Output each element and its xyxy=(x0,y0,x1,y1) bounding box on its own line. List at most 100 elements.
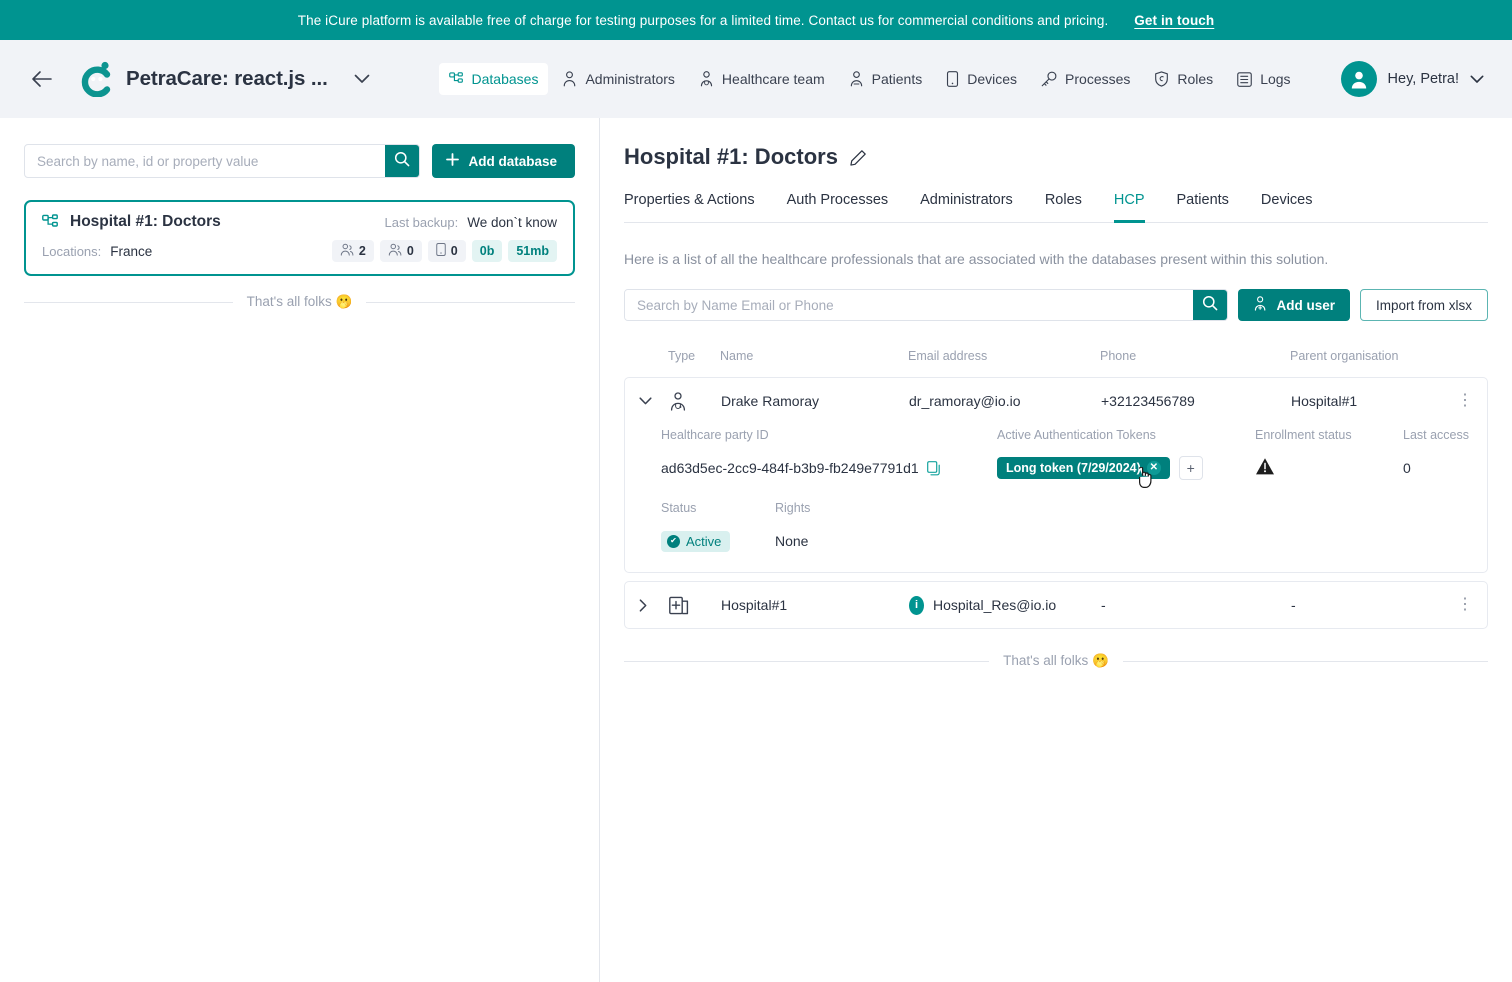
row-more-options-icon[interactable]: ⋮ xyxy=(1447,597,1473,613)
hcp-search-box xyxy=(624,289,1229,321)
column-header-type: Type xyxy=(668,349,696,363)
database-card-hospital-1-doctors[interactable]: Hospital #1: Doctors Last backup: We don… xyxy=(24,200,575,276)
detail-tokens-label: Active Authentication Tokens xyxy=(997,428,1156,442)
stat-devices-value: 0 xyxy=(450,244,458,258)
row-more-options-icon[interactable]: ⋮ xyxy=(1447,393,1473,409)
main-end-of-list: That's all folks 🫢 xyxy=(624,653,1488,669)
row-parent: Hospital#1 xyxy=(1291,393,1358,409)
search-icon xyxy=(394,151,410,172)
detail-last-access: Last access 0 xyxy=(1403,428,1473,481)
column-header-email: Email address xyxy=(908,349,988,363)
hcp-search-row: Add user Import from xlsx xyxy=(624,289,1488,321)
stat-size-a: 0b xyxy=(471,240,503,262)
edit-pencil-icon[interactable] xyxy=(850,149,867,166)
nav-item-logs[interactable]: Logs xyxy=(1227,63,1300,95)
table-row-main[interactable]: Drake Ramoray dr_ramoray@io.io +32123456… xyxy=(625,378,1487,424)
token-chip[interactable]: Long token (7/29/2024) ✕ xyxy=(997,457,1170,479)
nav-label-devices: Devices xyxy=(967,71,1018,87)
table-header: Type Name Email address Phone Parent org… xyxy=(624,343,1488,369)
tab-hcp[interactable]: HCP xyxy=(1113,192,1145,223)
database-card-top: Hospital #1: Doctors Last backup: We don… xyxy=(42,213,557,231)
pane-description: Here is a list of all the healthcare pro… xyxy=(624,251,1329,267)
nav-item-roles[interactable]: Roles xyxy=(1144,63,1223,95)
token-remove-icon[interactable]: ✕ xyxy=(1146,461,1161,475)
check-circle-icon: ✔ xyxy=(667,534,680,548)
detail-hcp-id-value-wrap: ad63d5ec-2cc9-484f-b3b9-fb249e7791d1 xyxy=(661,455,997,481)
nav-label-healthcare-team: Healthcare team xyxy=(721,71,825,87)
tab-devices[interactable]: Devices xyxy=(1261,192,1313,223)
row-type-doctor-icon xyxy=(669,391,721,411)
nav-item-databases[interactable]: Databases xyxy=(438,63,549,95)
sidebar: Add database Hospital #1: Doctors Last b… xyxy=(0,118,600,982)
add-user-button[interactable]: Add user xyxy=(1238,289,1350,321)
nav-item-patients[interactable]: Patients xyxy=(839,63,933,95)
user-chevron-down-icon[interactable] xyxy=(1470,75,1484,84)
row-email-cell: i Hospital_Res@io.io xyxy=(909,595,1101,615)
detail-enrollment-value xyxy=(1255,455,1403,481)
page-title-row: Hospital #1: Doctors xyxy=(624,144,1488,170)
tab-auth-processes[interactable]: Auth Processes xyxy=(787,192,889,223)
stat-doctors-value: 2 xyxy=(358,244,366,258)
import-from-xlsx-button[interactable]: Import from xlsx xyxy=(1359,289,1488,321)
tab-patients[interactable]: Patients xyxy=(1177,192,1229,223)
brand: PetraCare: react.js ... xyxy=(80,61,370,98)
row-phone: +32123456789 xyxy=(1101,393,1195,409)
token-chip-label: Long token (7/29/2024) xyxy=(1006,461,1141,475)
patient-icon xyxy=(849,71,864,87)
detail-hcp-id-label: Healthcare party ID xyxy=(661,428,769,442)
detail-tokens-value: Long token (7/29/2024) ✕ + xyxy=(997,455,1255,488)
nav-label-roles: Roles xyxy=(1177,71,1214,87)
detail-status-value-wrap: ✔ Active xyxy=(661,528,775,554)
detail-hcp-id-value: ad63d5ec-2cc9-484f-b3b9-fb249e7791d1 xyxy=(661,460,919,476)
add-user-label: Add user xyxy=(1276,297,1335,313)
database-backup: Last backup: We don`t know xyxy=(384,215,557,230)
main-tabs: Properties & Actions Auth Processes Admi… xyxy=(624,192,1488,223)
tab-properties-actions[interactable]: Properties & Actions xyxy=(624,192,755,223)
nav-item-healthcare-team[interactable]: Healthcare team xyxy=(689,63,835,95)
stat-doctors: 2 xyxy=(331,240,374,262)
info-icon: i xyxy=(909,595,924,615)
stat-size-b-value: 51mb xyxy=(516,244,549,258)
nav-item-administrators[interactable]: Administrators xyxy=(552,63,684,95)
main-pane: Hospital #1: Doctors Properties & Action… xyxy=(600,118,1512,982)
detail-enrollment-label: Enrollment status xyxy=(1255,428,1352,442)
avatar xyxy=(1340,61,1377,97)
detail-rights-value: None xyxy=(775,533,809,549)
stat-patients-value: 0 xyxy=(406,244,414,258)
tab-roles[interactable]: Roles xyxy=(1045,192,1082,223)
tab-administrators[interactable]: Administrators xyxy=(920,192,1013,223)
copy-icon[interactable] xyxy=(926,460,941,476)
device-icon xyxy=(436,243,446,259)
user-menu[interactable]: Hey, Petra! xyxy=(1340,61,1484,97)
nav-item-processes[interactable]: Processes xyxy=(1031,63,1140,95)
doctors-group-icon xyxy=(340,243,354,259)
status-badge-label: Active xyxy=(686,533,722,549)
add-database-button[interactable]: Add database xyxy=(432,144,575,178)
row-expand-chevron-down-icon[interactable] xyxy=(639,396,669,406)
stat-size-b: 51mb xyxy=(508,240,557,262)
database-stats: 2 0 0 0b 51mb xyxy=(331,240,557,262)
stat-patients: 0 xyxy=(379,240,422,262)
app-switcher-chevron-down-icon[interactable] xyxy=(354,74,370,84)
sidebar-end-of-list: That's all folks 🫢 xyxy=(24,294,575,310)
table-row-main[interactable]: Hospital#1 i Hospital_Res@io.io - - ⋮ xyxy=(625,582,1487,628)
hcp-search-button[interactable] xyxy=(1193,290,1228,320)
back-button[interactable] xyxy=(30,67,54,91)
hcp-search-input[interactable] xyxy=(625,290,1194,320)
search-button[interactable] xyxy=(385,145,420,177)
detail-row-1: Healthcare party ID ad63d5ec-2cc9-484f-b… xyxy=(661,428,1473,488)
row-expand-chevron-right-icon[interactable] xyxy=(639,598,669,612)
patients-group-icon xyxy=(388,243,402,259)
detail-row-2: Status ✔ Active Rights None xyxy=(661,501,1473,554)
app-header: PetraCare: react.js ... Databases Admini… xyxy=(0,40,1512,118)
backup-value: We don`t know xyxy=(467,214,557,230)
key-icon xyxy=(1041,71,1057,87)
get-in-touch-link[interactable]: Get in touch xyxy=(1134,13,1214,28)
user-greeting: Hey, Petra! xyxy=(1387,71,1459,87)
add-token-button[interactable]: + xyxy=(1178,456,1203,480)
search-input[interactable] xyxy=(25,145,386,177)
device-icon xyxy=(946,71,959,87)
detail-status-label: Status xyxy=(661,501,697,515)
nav-item-devices[interactable]: Devices xyxy=(936,63,1027,95)
add-person-icon xyxy=(1253,296,1268,314)
